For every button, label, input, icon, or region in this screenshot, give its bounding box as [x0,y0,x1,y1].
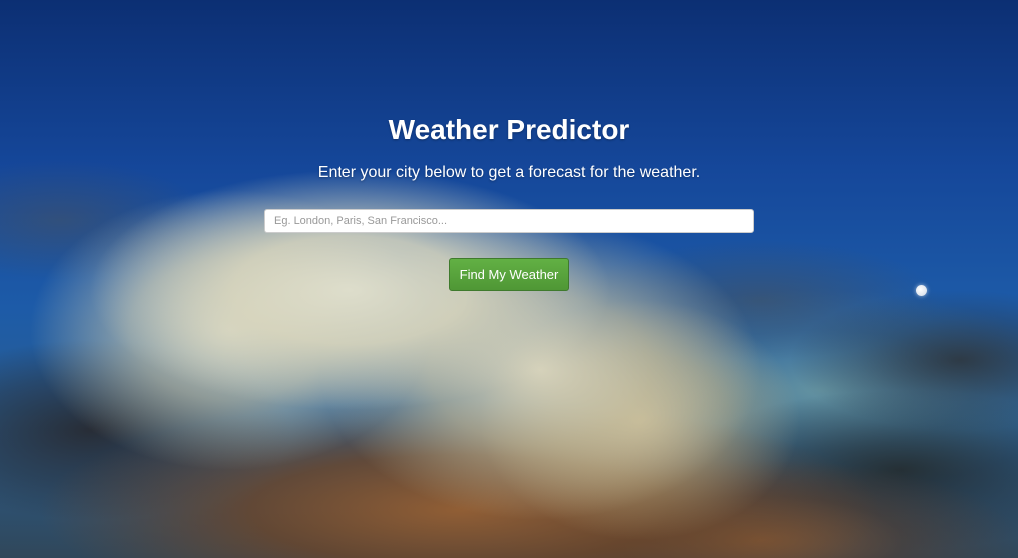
find-my-weather-button[interactable]: Find My Weather [449,258,569,291]
city-search-input[interactable] [264,209,754,233]
page-title: Weather Predictor [388,114,630,145]
page-subtitle: Enter your city below to get a forecast … [317,164,701,181]
weather-page: Weather Predictor Enter your city below … [0,0,1018,558]
moon-background-detail [916,285,927,296]
